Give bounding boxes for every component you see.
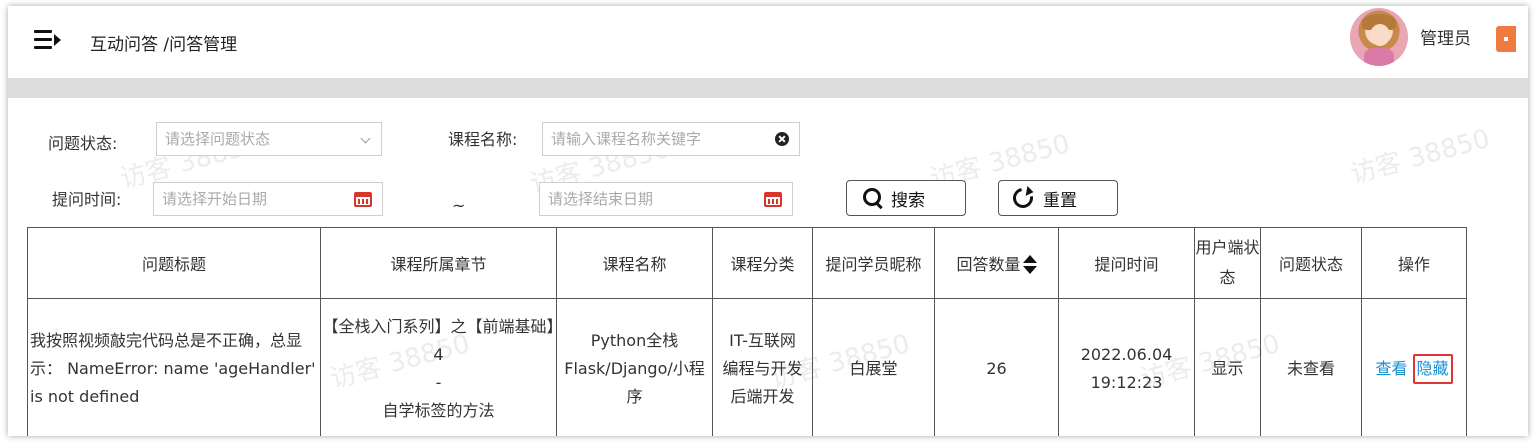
- date-range-separator: ~: [452, 196, 466, 215]
- status-select-placeholder: 请选择问题状态: [165, 130, 271, 148]
- menu-toggle-icon[interactable]: [34, 30, 62, 50]
- course-search-input[interactable]: 请输入课程名称关键字: [542, 122, 800, 156]
- column-header: 课程分类: [712, 227, 813, 299]
- app-window: 互动问答 /问答管理 管理员 访客 38850 访客 38850 访客 3885…: [8, 6, 1528, 436]
- column-header: 课程所属章节: [320, 227, 557, 299]
- search-button[interactable]: 搜索: [846, 180, 966, 216]
- question-title-cell: 我按照视频敲完代码总是不正确，总显示： NameError: name 'age…: [27, 298, 321, 436]
- time-filter-label: 提问时间:: [52, 190, 122, 209]
- reset-button-label: 重置: [1043, 190, 1077, 211]
- column-header: 课程名称: [556, 227, 713, 299]
- end-date-placeholder: 请选择结束日期: [548, 190, 654, 208]
- student-cell: 白展堂: [812, 298, 935, 436]
- divider: [8, 78, 1528, 98]
- client-status-cell: 显示: [1194, 298, 1261, 436]
- questions-table: 问题标题 课程所属章节 课程名称 课程分类 提问学员昵称 回答数量 提问时间 用…: [27, 227, 1467, 436]
- search-button-label: 搜索: [891, 190, 925, 211]
- category-cell: IT-互联网 编程与开发 后端开发: [712, 298, 813, 436]
- calendar-icon[interactable]: [764, 192, 782, 207]
- breadcrumb: 互动问答 /问答管理: [90, 35, 238, 55]
- side-tab-icon[interactable]: [1496, 26, 1516, 52]
- status-cell: 未查看: [1260, 298, 1362, 436]
- course-cell: Python全栈Flask/Django/小程序: [556, 298, 713, 436]
- course-search-placeholder: 请输入课程名称关键字: [551, 130, 702, 148]
- actions-cell: 查看 隐藏: [1361, 298, 1467, 436]
- column-header: 提问学员昵称: [812, 227, 935, 299]
- refresh-icon: [1009, 184, 1037, 212]
- table-header-row: 问题标题 课程所属章节 课程名称 课程分类 提问学员昵称 回答数量 提问时间 用…: [27, 227, 1467, 299]
- avatar[interactable]: [1350, 8, 1408, 66]
- clear-icon[interactable]: [775, 132, 789, 146]
- column-header-label: 回答数量: [956, 254, 1021, 274]
- username[interactable]: 管理员: [1420, 24, 1471, 49]
- chapter-cell: 【全栈入门系列】之【前端基础】4 - 自学标签的方法: [320, 298, 557, 436]
- column-header: 提问时间: [1058, 227, 1195, 299]
- hide-link[interactable]: 隐藏: [1412, 354, 1453, 384]
- status-select[interactable]: 请选择问题状态: [156, 122, 382, 156]
- status-filter-label: 问题状态:: [48, 134, 118, 153]
- start-date-input[interactable]: 请选择开始日期: [153, 182, 383, 216]
- view-link[interactable]: 查看: [1375, 359, 1407, 378]
- top-bar: 互动问答 /问答管理 管理员: [8, 6, 1528, 78]
- table-row: 我按照视频敲完代码总是不正确，总显示： NameError: name 'age…: [27, 298, 1467, 436]
- end-date-input[interactable]: 请选择结束日期: [539, 182, 793, 216]
- calendar-icon[interactable]: [354, 192, 372, 207]
- column-header-answers[interactable]: 回答数量: [934, 227, 1059, 299]
- search-icon: [863, 188, 883, 210]
- column-header: 问题状态: [1260, 227, 1362, 299]
- column-header: 操作: [1361, 227, 1467, 299]
- column-header-label: 用户端状态: [1195, 238, 1260, 287]
- answers-cell: 26: [934, 298, 1059, 436]
- start-date-placeholder: 请选择开始日期: [162, 190, 268, 208]
- reset-button[interactable]: 重置: [998, 180, 1118, 216]
- chevron-down-icon: [360, 133, 371, 144]
- sort-icon[interactable]: [1022, 255, 1037, 275]
- column-header: 问题标题: [27, 227, 321, 299]
- column-header: 用户端状态: [1194, 227, 1261, 299]
- course-filter-label: 课程名称:: [448, 130, 518, 149]
- time-cell: 2022.06.04 19:12:23: [1058, 298, 1195, 436]
- watermark: 访客 38850: [1347, 123, 1494, 190]
